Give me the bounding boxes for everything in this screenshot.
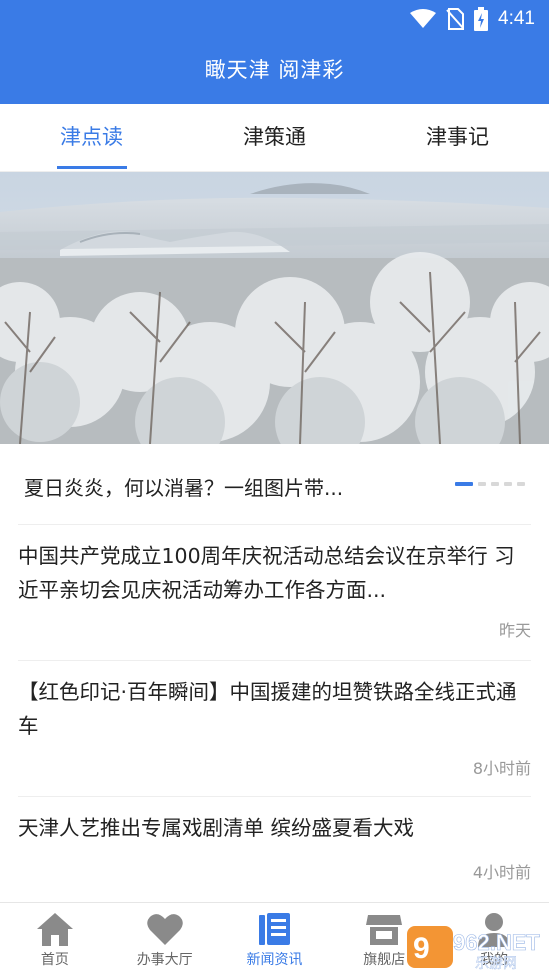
news-item[interactable]: 中国共产党成立100周年庆祝活动总结会议在京举行 习近平亲切会见庆祝活动筹办工作… (18, 524, 531, 660)
tab-jin-dian-du[interactable]: 津点读 (0, 104, 183, 171)
carousel-dot (517, 482, 525, 486)
status-icons: 4:41 (410, 6, 535, 32)
banner-carousel[interactable] (0, 172, 549, 444)
nav-label: 首页 (40, 952, 69, 968)
battery-charging-icon (474, 7, 489, 31)
banner-caption[interactable]: 夏日炎炎，何以消暑？一组图片带... (24, 472, 424, 501)
no-sim-icon (446, 8, 465, 30)
banner-image (0, 172, 549, 444)
carousel-dot (491, 482, 499, 486)
tab-jin-shi-ji[interactable]: 津事记 (366, 104, 549, 171)
home-icon (36, 913, 73, 946)
news-list: 中国共产党成立100周年庆祝活动总结会议在京举行 习近平亲切会见庆祝活动筹办工作… (0, 524, 549, 902)
tab-active-indicator (56, 166, 127, 169)
carousel-dot (478, 482, 486, 486)
watermark-text: 962.NET (453, 930, 540, 955)
tab-label: 津事记 (426, 125, 489, 149)
status-bar: 4:41 (0, 0, 549, 38)
store-icon (366, 915, 403, 945)
app-title: 瞰天津 阅津彩 (204, 58, 345, 82)
tab-label: 津点读 (60, 125, 123, 149)
carousel-dot (504, 482, 512, 486)
nav-home[interactable]: 首页 (0, 903, 110, 976)
news-item[interactable]: 【红色印记·百年瞬间】中国援建的坦赞铁路全线正式通车 8小时前 (18, 660, 531, 796)
carousel-dot-active (455, 482, 473, 486)
banner-caption-row: 夏日炎炎，何以消暑？一组图片带... (0, 444, 549, 524)
news-title: 天津人艺推出专属戏剧清单 缤纷盛夏看大戏 (18, 816, 415, 840)
news-time: 昨天 (498, 621, 531, 640)
watermark-subtext: 乐游网 (475, 956, 517, 972)
news-item[interactable]: 天津人艺推出专属戏剧清单 缤纷盛夏看大戏 4小时前 (18, 796, 531, 902)
watermark-logo: 9 962.NET 乐游网 (407, 926, 541, 972)
svg-text:9: 9 (413, 932, 430, 965)
status-time: 4:41 (498, 8, 535, 29)
app-header: 4:41 瞰天津 阅津彩 (0, 0, 549, 104)
wifi-icon (410, 9, 437, 28)
tab-jin-ce-tong[interactable]: 津策通 (183, 104, 366, 171)
heart-icon (146, 914, 183, 945)
nav-label: 新闻资讯 (246, 952, 303, 968)
nav-label: 办事大厅 (136, 952, 193, 968)
nav-news[interactable]: 新闻资讯 (220, 903, 330, 976)
nav-service-hall[interactable]: 办事大厅 (110, 903, 220, 976)
carousel-indicator (455, 482, 525, 486)
tab-label: 津策通 (243, 125, 306, 149)
news-time: 4小时前 (472, 863, 531, 882)
category-tabs: 津点读 津策通 津事记 (0, 104, 549, 172)
news-icon (259, 913, 291, 945)
news-title: 中国共产党成立100周年庆祝活动总结会议在京举行 习近平亲切会见庆祝活动筹办工作… (18, 544, 515, 602)
news-time: 8小时前 (472, 759, 531, 778)
news-title: 【红色印记·百年瞬间】中国援建的坦赞铁路全线正式通车 (18, 680, 517, 738)
